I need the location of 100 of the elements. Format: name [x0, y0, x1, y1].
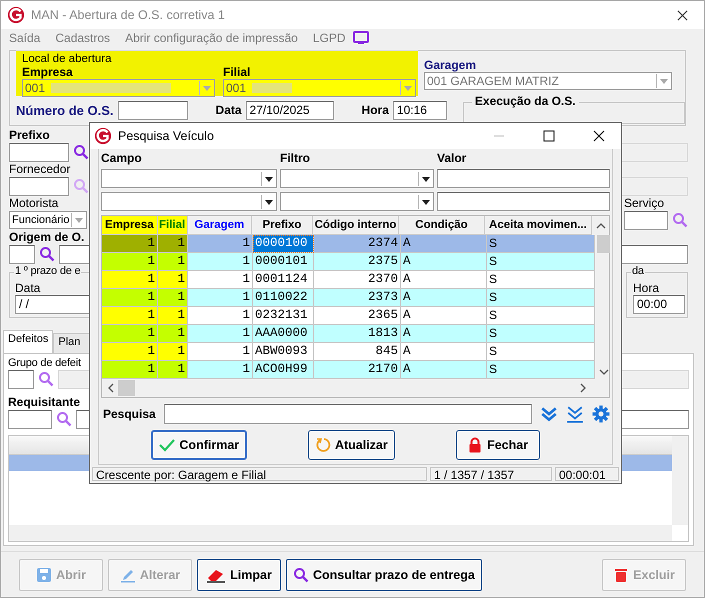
- chevron-bar-icon[interactable]: [566, 405, 584, 423]
- group-title: 1 º prazo de e: [14, 265, 82, 277]
- menu-item[interactable]: Cadastros: [55, 30, 110, 44]
- scroll-right-icon[interactable]: [580, 383, 586, 393]
- close-icon[interactable]: [677, 10, 688, 20]
- column-header[interactable]: Prefixo: [252, 216, 313, 235]
- column-header[interactable]: Garagem: [188, 216, 252, 235]
- garage-combo[interactable]: 001 GARAGEM MATRIZ: [424, 72, 672, 90]
- input-field[interactable]: [9, 244, 35, 264]
- field-label: Número de O.S.: [16, 102, 114, 118]
- value-field[interactable]: [437, 192, 610, 211]
- tab[interactable]: Defeitos: [3, 330, 54, 353]
- field-label: Hora: [362, 103, 389, 117]
- search-icon[interactable]: [39, 246, 55, 262]
- scrollbar[interactable]: [672, 436, 688, 525]
- field-label: Garagem: [424, 58, 478, 72]
- dialog-button[interactable]: Atualizar: [308, 430, 395, 460]
- table-row[interactable]: 1 1 1 0110022 2373 A S: [102, 289, 595, 307]
- input-field[interactable]: [8, 370, 34, 388]
- padlock-icon: [467, 437, 484, 453]
- input-field[interactable]: [9, 176, 69, 196]
- search-icon[interactable]: [38, 371, 54, 387]
- table-cell: 1: [158, 253, 188, 271]
- menu-item[interactable]: LGPD: [312, 30, 346, 44]
- table-cell: 1: [102, 307, 158, 325]
- field-combo[interactable]: [101, 169, 277, 188]
- scrollbar[interactable]: [9, 525, 672, 541]
- search-icon[interactable]: [73, 144, 89, 160]
- search-icon[interactable]: [56, 411, 72, 427]
- field-label: Requisitante: [8, 395, 80, 409]
- table-cell: 0000100: [253, 235, 314, 253]
- scroll-left-icon[interactable]: [108, 383, 114, 393]
- table-cell: 1: [102, 253, 158, 271]
- field-label: Grupo de defeit: [8, 357, 81, 369]
- table-cell: 1: [102, 271, 158, 289]
- field-label: Valor: [437, 151, 468, 165]
- close-icon[interactable]: [593, 130, 605, 142]
- branch-combo[interactable]: 001: [223, 79, 416, 97]
- action-button[interactable]: Consultar prazo de entrega: [286, 558, 482, 590]
- table-row[interactable]: 1 1 1 ABW0093 845 A S: [102, 343, 595, 361]
- column-header[interactable]: Filial: [158, 216, 188, 235]
- input-field[interactable]: [118, 100, 188, 120]
- table-cell: A: [401, 361, 487, 379]
- driver-type-combo[interactable]: Funcionário: [9, 211, 87, 229]
- date-field[interactable]: 27/10/2025: [246, 100, 334, 120]
- time-field[interactable]: 10:16: [392, 100, 447, 120]
- floppy-icon: [36, 566, 52, 582]
- table-cell: 1: [102, 325, 158, 343]
- value-field[interactable]: [437, 169, 610, 188]
- search-field[interactable]: [164, 404, 532, 424]
- double-chevron-icon[interactable]: [540, 405, 558, 423]
- menu-item[interactable]: Saída: [9, 30, 40, 44]
- refresh-icon: [314, 437, 331, 453]
- table-cell: 1: [158, 271, 188, 289]
- input-field[interactable]: [8, 410, 52, 428]
- dialog-button[interactable]: Confirmar: [151, 430, 248, 460]
- menu-item[interactable]: Abrir configuração de impressão: [125, 30, 298, 44]
- group-title: Local de abertura: [22, 53, 113, 65]
- table-row[interactable]: 1 1 1 ACO0H99 2170 A S: [102, 361, 595, 379]
- settings-icon[interactable]: [592, 405, 610, 423]
- table-row[interactable]: 1 1 1 0232131 2365 A S: [102, 307, 595, 325]
- input-field[interactable]: [9, 142, 69, 162]
- table-cell: 1: [158, 325, 188, 343]
- table-row[interactable]: 1 1 1 0001124 2370 A S: [102, 271, 595, 289]
- column-header[interactable]: Empresa: [102, 216, 158, 235]
- scroll-thumb[interactable]: [118, 380, 135, 396]
- input-field[interactable]: [624, 210, 668, 230]
- column-header[interactable]: Aceita movimen...: [484, 216, 592, 235]
- field-label: Hora: [633, 281, 660, 295]
- maximize-icon[interactable]: [543, 130, 555, 142]
- table-row[interactable]: 1 1 1 0000100 2374 A S: [102, 235, 595, 253]
- table-row[interactable]: 1 1 1 AAA0000 1813 A S: [102, 325, 595, 343]
- filter-combo[interactable]: [280, 169, 434, 188]
- logo-icon: [7, 6, 25, 24]
- window-title: MAN - Abertura de O.S. corretiva 1: [31, 8, 225, 22]
- search-icon[interactable]: [672, 212, 688, 228]
- status-text: Crescente por: Garagem e Filial: [92, 467, 427, 481]
- filter-combo[interactable]: [280, 192, 434, 211]
- field-label: Prefixo: [9, 128, 50, 142]
- scroll-down-icon[interactable]: [599, 369, 609, 375]
- dialog-button[interactable]: Fechar: [456, 430, 540, 460]
- field-combo[interactable]: [101, 192, 277, 211]
- search-icon: [293, 566, 309, 582]
- field-label: Motorista: [9, 196, 58, 210]
- table-cell: 1: [188, 361, 253, 379]
- table-cell: 1: [102, 289, 158, 307]
- column-header[interactable]: Condição: [399, 216, 485, 235]
- company-combo[interactable]: 001: [22, 79, 215, 97]
- scroll-thumb[interactable]: [597, 235, 610, 253]
- field-label: Data: [216, 103, 242, 117]
- action-button[interactable]: Limpar: [197, 558, 281, 590]
- table-row[interactable]: 1 1 1 0000101 2375 A S: [102, 253, 595, 271]
- column-header[interactable]: Código interno: [312, 216, 400, 235]
- time-field[interactable]: 00:00: [633, 295, 685, 314]
- field-label: Origem de O.: [9, 230, 84, 244]
- field-label: Filtro: [280, 151, 311, 165]
- monitor-icon[interactable]: [352, 30, 369, 44]
- field-label: Pesquisa: [103, 407, 156, 421]
- group-title: da: [631, 265, 645, 277]
- group-title: Execução da O.S.: [472, 94, 579, 108]
